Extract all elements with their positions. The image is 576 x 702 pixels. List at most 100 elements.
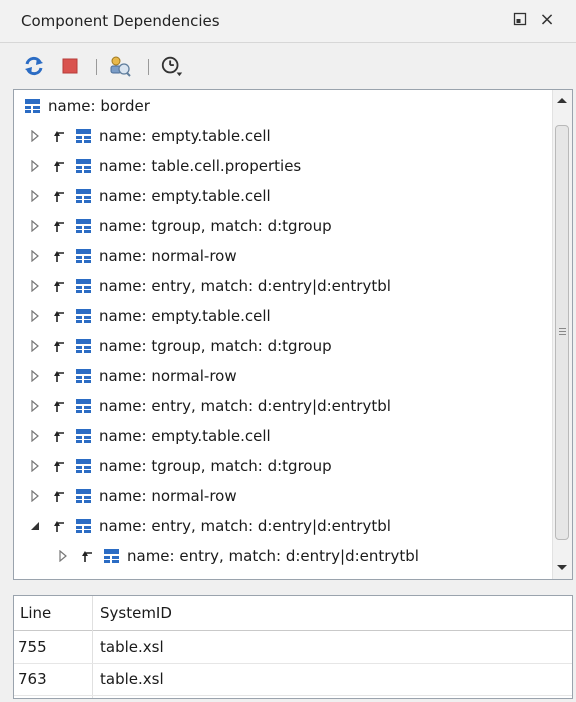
template-node-icon — [24, 98, 41, 114]
template-node-icon — [75, 488, 92, 504]
tree-row[interactable]: name: empty.table.cell — [26, 301, 566, 331]
tree-row[interactable]: name: empty.table.cell — [26, 121, 566, 151]
tree-row[interactable]: name: entry, match: d:entry|d:entrytbl — [54, 541, 572, 571]
tree-row[interactable]: name: empty.table.cell — [26, 181, 566, 211]
expand-triangle-closed-icon[interactable] — [26, 127, 44, 145]
scroll-up-arrow-icon[interactable] — [557, 98, 567, 103]
expand-triangle-closed-icon[interactable] — [26, 307, 44, 325]
tree-row-label: name: normal-row — [99, 367, 237, 385]
template-node-icon — [75, 518, 92, 534]
template-node-icon — [75, 188, 92, 204]
scrollbar-thumb[interactable] — [555, 125, 569, 540]
cell-systemid: table.xsl — [100, 670, 164, 688]
tree-row-label: name: normal-row — [99, 487, 237, 505]
dependency-arrow-icon — [52, 158, 68, 174]
expand-triangle-closed-icon[interactable] — [54, 547, 72, 565]
tree-row[interactable]: name: tgroup, match: d:tgroup — [26, 211, 566, 241]
tree-row[interactable]: name: empty.table.cell — [26, 421, 566, 451]
tree-row-label: name: entry, match: d:entry|d:entrytbl — [99, 277, 391, 295]
dependency-arrow-icon — [52, 518, 68, 534]
expand-triangle-closed-icon[interactable] — [26, 157, 44, 175]
toolbar-separator-2 — [148, 59, 149, 75]
expand-triangle-closed-icon[interactable] — [26, 217, 44, 235]
template-node-icon — [75, 428, 92, 444]
tree-row[interactable]: name: table.cell.properties — [26, 151, 566, 181]
expand-triangle-closed-icon[interactable] — [54, 577, 72, 579]
history-icon[interactable] — [160, 54, 184, 78]
thumb-grip — [559, 331, 566, 332]
tree-row-label: name: tgroup, match: d:tgroup — [99, 457, 332, 475]
expand-triangle-closed-icon[interactable] — [26, 397, 44, 415]
column-header-line[interactable]: Line — [20, 596, 51, 630]
table-row[interactable]: 763 table.xsl — [14, 663, 572, 696]
dependency-arrow-icon — [52, 188, 68, 204]
panel-titlebar: Component Dependencies × — [0, 0, 576, 43]
scroll-down-arrow-icon[interactable] — [557, 565, 567, 570]
dependency-arrow-icon — [52, 428, 68, 444]
template-node-icon — [75, 158, 92, 174]
tree-row[interactable]: name: normal-row — [26, 361, 566, 391]
expand-triangle-closed-icon[interactable] — [26, 337, 44, 355]
close-icon[interactable]: × — [537, 8, 557, 30]
tree-row[interactable]: name: normal-row — [26, 481, 566, 511]
tree-row-label: name: empty.table.cell — [99, 427, 271, 445]
expand-triangle-closed-icon[interactable] — [26, 487, 44, 505]
table-header: Line SystemID — [14, 596, 572, 631]
template-node-icon — [75, 338, 92, 354]
template-node-icon — [75, 398, 92, 414]
refresh-icon[interactable] — [22, 54, 46, 78]
dependency-arrow-icon — [52, 248, 68, 264]
configure-search-icon[interactable] — [108, 54, 132, 78]
template-node-icon — [75, 458, 92, 474]
dependency-arrow-icon — [52, 278, 68, 294]
tree-row-label: name: tgroup, match: d:tgroup — [99, 337, 332, 355]
toolbar — [0, 43, 576, 89]
template-node-icon — [75, 248, 92, 264]
dependency-arrow-icon — [52, 398, 68, 414]
expand-triangle-closed-icon[interactable] — [26, 367, 44, 385]
table-row[interactable]: 755 table.xsl — [14, 631, 572, 664]
toolbar-separator — [96, 59, 97, 75]
dependency-arrow-icon — [52, 308, 68, 324]
template-node-icon — [75, 128, 92, 144]
tree-row[interactable]: name: entry, match: d:entry|d:entrytbl — [26, 391, 566, 421]
expand-triangle-closed-icon[interactable] — [26, 247, 44, 265]
tree-row-label: name: tgroup, match: d:tgroup — [99, 217, 332, 235]
tree-row[interactable]: name: border — [24, 91, 564, 121]
cell-line: 763 — [18, 670, 47, 688]
tree-row[interactable]: name: entry, match: d:entry|d:entrytbl — [26, 271, 566, 301]
expand-triangle-closed-icon[interactable] — [26, 427, 44, 445]
dependency-arrow-icon — [80, 548, 96, 564]
template-node-icon — [75, 278, 92, 294]
cell-line: 755 — [18, 638, 47, 656]
dependency-arrow-icon — [52, 368, 68, 384]
tree-row[interactable]: name: tgroup, match: d:tgroup — [26, 451, 566, 481]
tree-row-label: name: entry, match: d:entry|d:entrytbl — [99, 397, 391, 415]
tree-row-label: name: empty.table.cell — [99, 187, 271, 205]
tree-row-label: name: border — [48, 97, 150, 115]
dependency-arrow-icon — [52, 218, 68, 234]
tree-row[interactable]: name: normal-row — [26, 241, 566, 271]
tree-vertical-scrollbar[interactable] — [552, 90, 572, 579]
template-node-icon — [103, 548, 120, 564]
tree-row[interactable]: name: tgroup, match: d:tgroup — [26, 331, 566, 361]
template-node-icon — [75, 308, 92, 324]
expand-triangle-closed-icon[interactable] — [26, 457, 44, 475]
restore-icon[interactable] — [510, 8, 530, 30]
expand-triangle-closed-icon[interactable] — [26, 277, 44, 295]
tree-row[interactable]: name: entry, match: d:entry|d:entrytbl — [54, 571, 572, 579]
thumb-grip — [559, 334, 566, 335]
tree-row[interactable]: name: entry, match: d:entry|d:entrytbl — [26, 511, 566, 541]
dependency-arrow-icon — [52, 338, 68, 354]
cell-systemid: table.xsl — [100, 638, 164, 656]
tree-row-label: name: entry, match: d:entry|d:entrytbl — [127, 547, 419, 565]
tree-row-label: name: entry, match: d:entry|d:entrytbl — [99, 517, 391, 535]
expand-triangle-closed-icon[interactable] — [26, 187, 44, 205]
stop-icon[interactable] — [58, 54, 82, 78]
dependencies-tree[interactable]: name: border name: empty.table.cell name: … — [13, 89, 573, 580]
tree-row-label: name: normal-row — [99, 247, 237, 265]
panel-title: Component Dependencies — [21, 12, 220, 30]
column-header-systemid[interactable]: SystemID — [100, 596, 172, 630]
expand-triangle-open-icon[interactable] — [26, 517, 44, 535]
dependency-arrow-icon — [80, 578, 96, 579]
